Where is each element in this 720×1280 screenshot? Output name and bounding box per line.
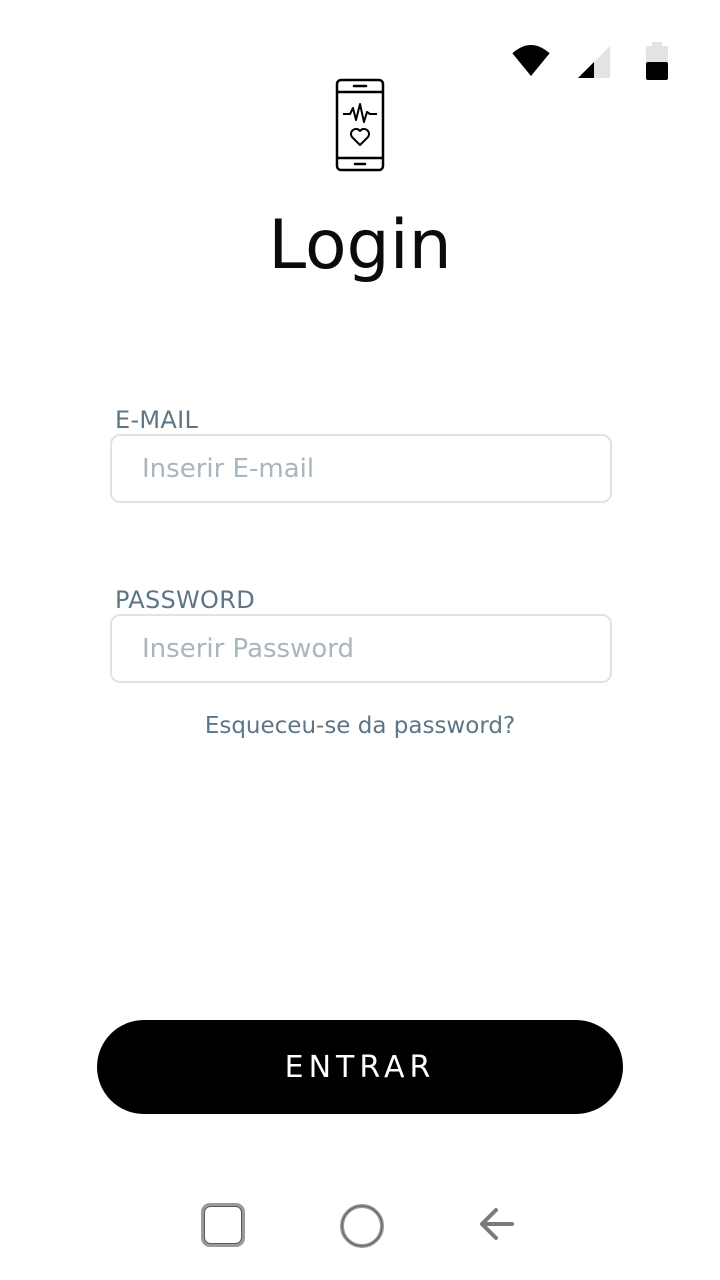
recents-square-icon[interactable] — [200, 1202, 246, 1248]
password-label: PASSWORD — [115, 586, 256, 614]
password-field[interactable] — [110, 614, 612, 683]
cellular-signal-icon — [578, 46, 610, 78]
phone-heartbeat-icon — [335, 78, 385, 172]
email-label: E-MAIL — [115, 406, 199, 434]
back-arrow-icon[interactable] — [476, 1206, 516, 1242]
forgot-password-link[interactable]: Esqueceu-se da password? — [0, 711, 720, 741]
wifi-icon — [512, 45, 550, 76]
email-field[interactable] — [110, 434, 612, 503]
navigation-bar — [0, 1180, 720, 1280]
login-button[interactable]: ENTRAR — [97, 1020, 623, 1114]
home-circle-icon[interactable] — [338, 1202, 386, 1250]
page-title: Login — [268, 206, 452, 285]
battery-icon — [646, 42, 668, 80]
